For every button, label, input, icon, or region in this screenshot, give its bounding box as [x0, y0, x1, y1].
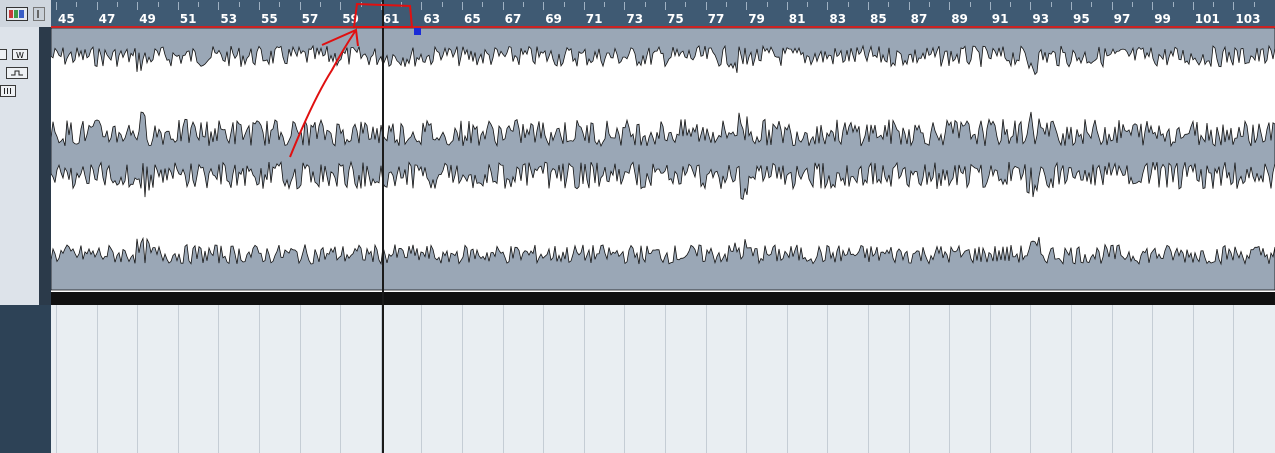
red-annotation-icon	[289, 2, 414, 158]
